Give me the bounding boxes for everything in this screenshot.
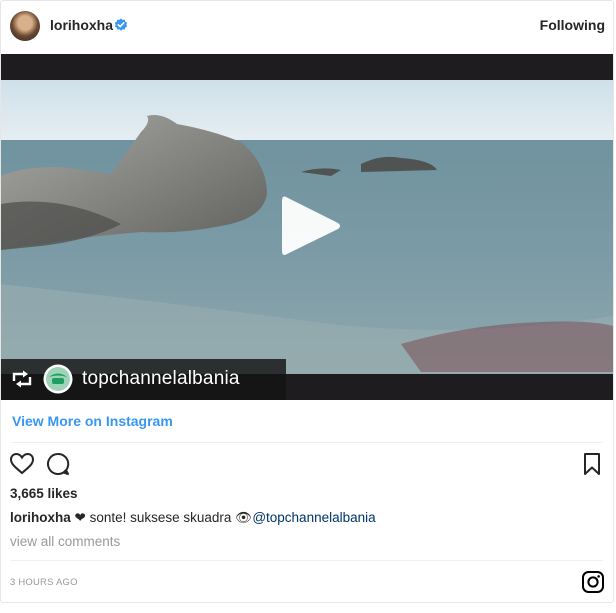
- instagram-embed-post: lorihoxha Following topchannelalbania Vi…: [0, 0, 614, 603]
- view-more-on-instagram-link[interactable]: View More on Instagram: [12, 413, 173, 429]
- play-icon[interactable]: [278, 193, 344, 259]
- caption-mention-link[interactable]: @topchannelalbania: [252, 510, 375, 525]
- heart-icon[interactable]: [9, 451, 35, 477]
- comment-icon[interactable]: [45, 451, 71, 477]
- verified-badge-icon: [114, 18, 128, 31]
- channel-avatar: [43, 364, 73, 394]
- caption: lorihoxha ❤ sonte! suksese skuadra 👁@top…: [10, 510, 376, 526]
- username[interactable]: lorihoxha: [50, 17, 113, 33]
- instagram-glyph-icon[interactable]: [581, 570, 605, 594]
- following-button[interactable]: Following: [540, 17, 605, 33]
- repost-icon: [12, 370, 32, 388]
- post-header: lorihoxha Following: [1, 1, 613, 54]
- eye-emoji: 👁: [235, 510, 253, 525]
- divider: [11, 560, 603, 561]
- avatar[interactable]: [10, 11, 40, 41]
- video-media[interactable]: topchannelalbania: [1, 54, 613, 400]
- divider: [11, 442, 603, 443]
- repost-banner: topchannelalbania: [1, 359, 286, 400]
- view-all-comments-link[interactable]: view all comments: [10, 534, 120, 549]
- caption-text: sonte! suksese skuadra: [85, 510, 236, 525]
- bookmark-icon[interactable]: [579, 451, 605, 477]
- heart-emoji: ❤: [74, 510, 86, 525]
- post-timestamp: 3 HOURS AGO: [10, 577, 78, 588]
- reposted-account-name: topchannelalbania: [82, 368, 240, 389]
- likes-count[interactable]: 3,665 likes: [10, 486, 78, 501]
- caption-username[interactable]: lorihoxha: [10, 510, 71, 525]
